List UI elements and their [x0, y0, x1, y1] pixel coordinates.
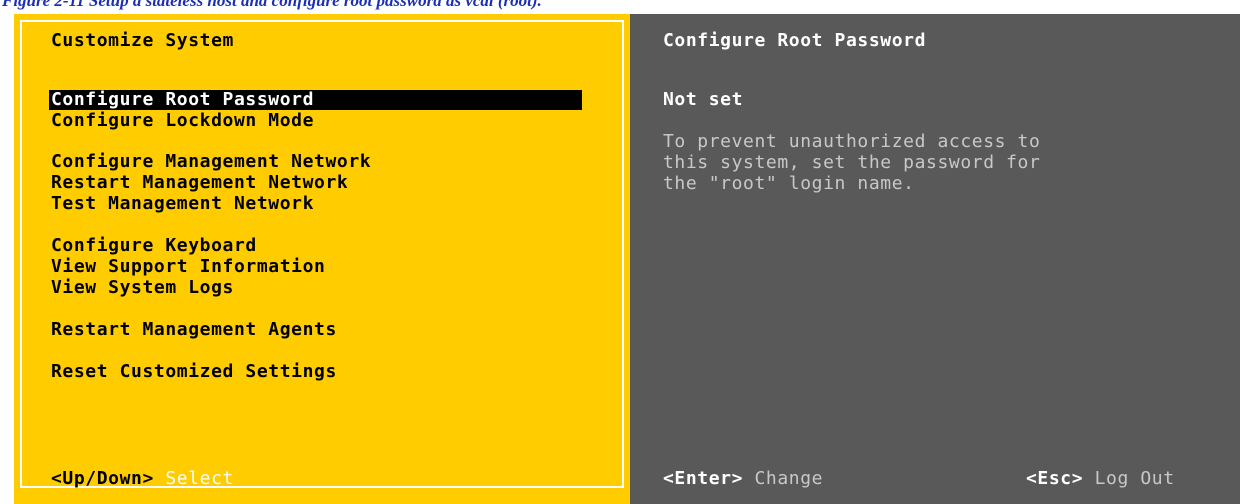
pane-title: Customize System	[51, 30, 234, 51]
detail-title: Configure Root Password	[663, 30, 927, 51]
logout-hint-label: Log Out	[1094, 468, 1175, 489]
configure-root-password-pane: Configure Root Password Not set To preve…	[630, 14, 1240, 504]
menu-item-restart-management-network[interactable]: Restart Management Network	[51, 173, 348, 193]
footer-logout-hint: <Esc> Log Out	[1026, 469, 1175, 489]
help-line-1: To prevent unauthorized access to	[663, 131, 1041, 152]
menu-item-test-management-network[interactable]: Test Management Network	[51, 194, 314, 214]
menu-item-configure-management-network[interactable]: Configure Management Network	[51, 152, 371, 172]
help-line-3: the "root" login name.	[663, 173, 915, 194]
menu-item-configure-keyboard[interactable]: Configure Keyboard	[51, 236, 257, 256]
footer-change-hint: <Enter> Change	[663, 469, 823, 489]
help-line-2: this system, set the password for	[663, 152, 1041, 173]
menu-item-view-system-logs[interactable]: View System Logs	[51, 278, 234, 298]
customize-system-pane: Customize System Configure Root Password…	[14, 14, 630, 504]
caption-text: Figure 2-11 Setup a stateless host and c…	[2, 0, 542, 10]
esc-key: <Esc>	[1026, 468, 1084, 489]
password-status: Not set	[663, 89, 744, 110]
up-down-key: <Up/Down>	[51, 468, 154, 489]
menu-item-reset-customized-settings[interactable]: Reset Customized Settings	[51, 362, 337, 382]
footer-select-hint: <Up/Down> Select	[51, 469, 234, 489]
change-hint-label: Change	[754, 468, 824, 489]
menu-item-configure-root-password[interactable]: Configure Root Password	[49, 90, 582, 110]
figure-caption: Figure 2-11 Setup a stateless host and c…	[0, 0, 1240, 14]
enter-key: <Enter>	[663, 468, 744, 489]
dcui-console: Customize System Configure Root Password…	[14, 14, 1240, 504]
select-hint-label: Select	[165, 468, 234, 489]
menu-item-view-support-information[interactable]: View Support Information	[51, 257, 326, 277]
menu-item-configure-lockdown-mode[interactable]: Configure Lockdown Mode	[51, 111, 314, 131]
menu-item-restart-management-agents[interactable]: Restart Management Agents	[51, 320, 337, 340]
